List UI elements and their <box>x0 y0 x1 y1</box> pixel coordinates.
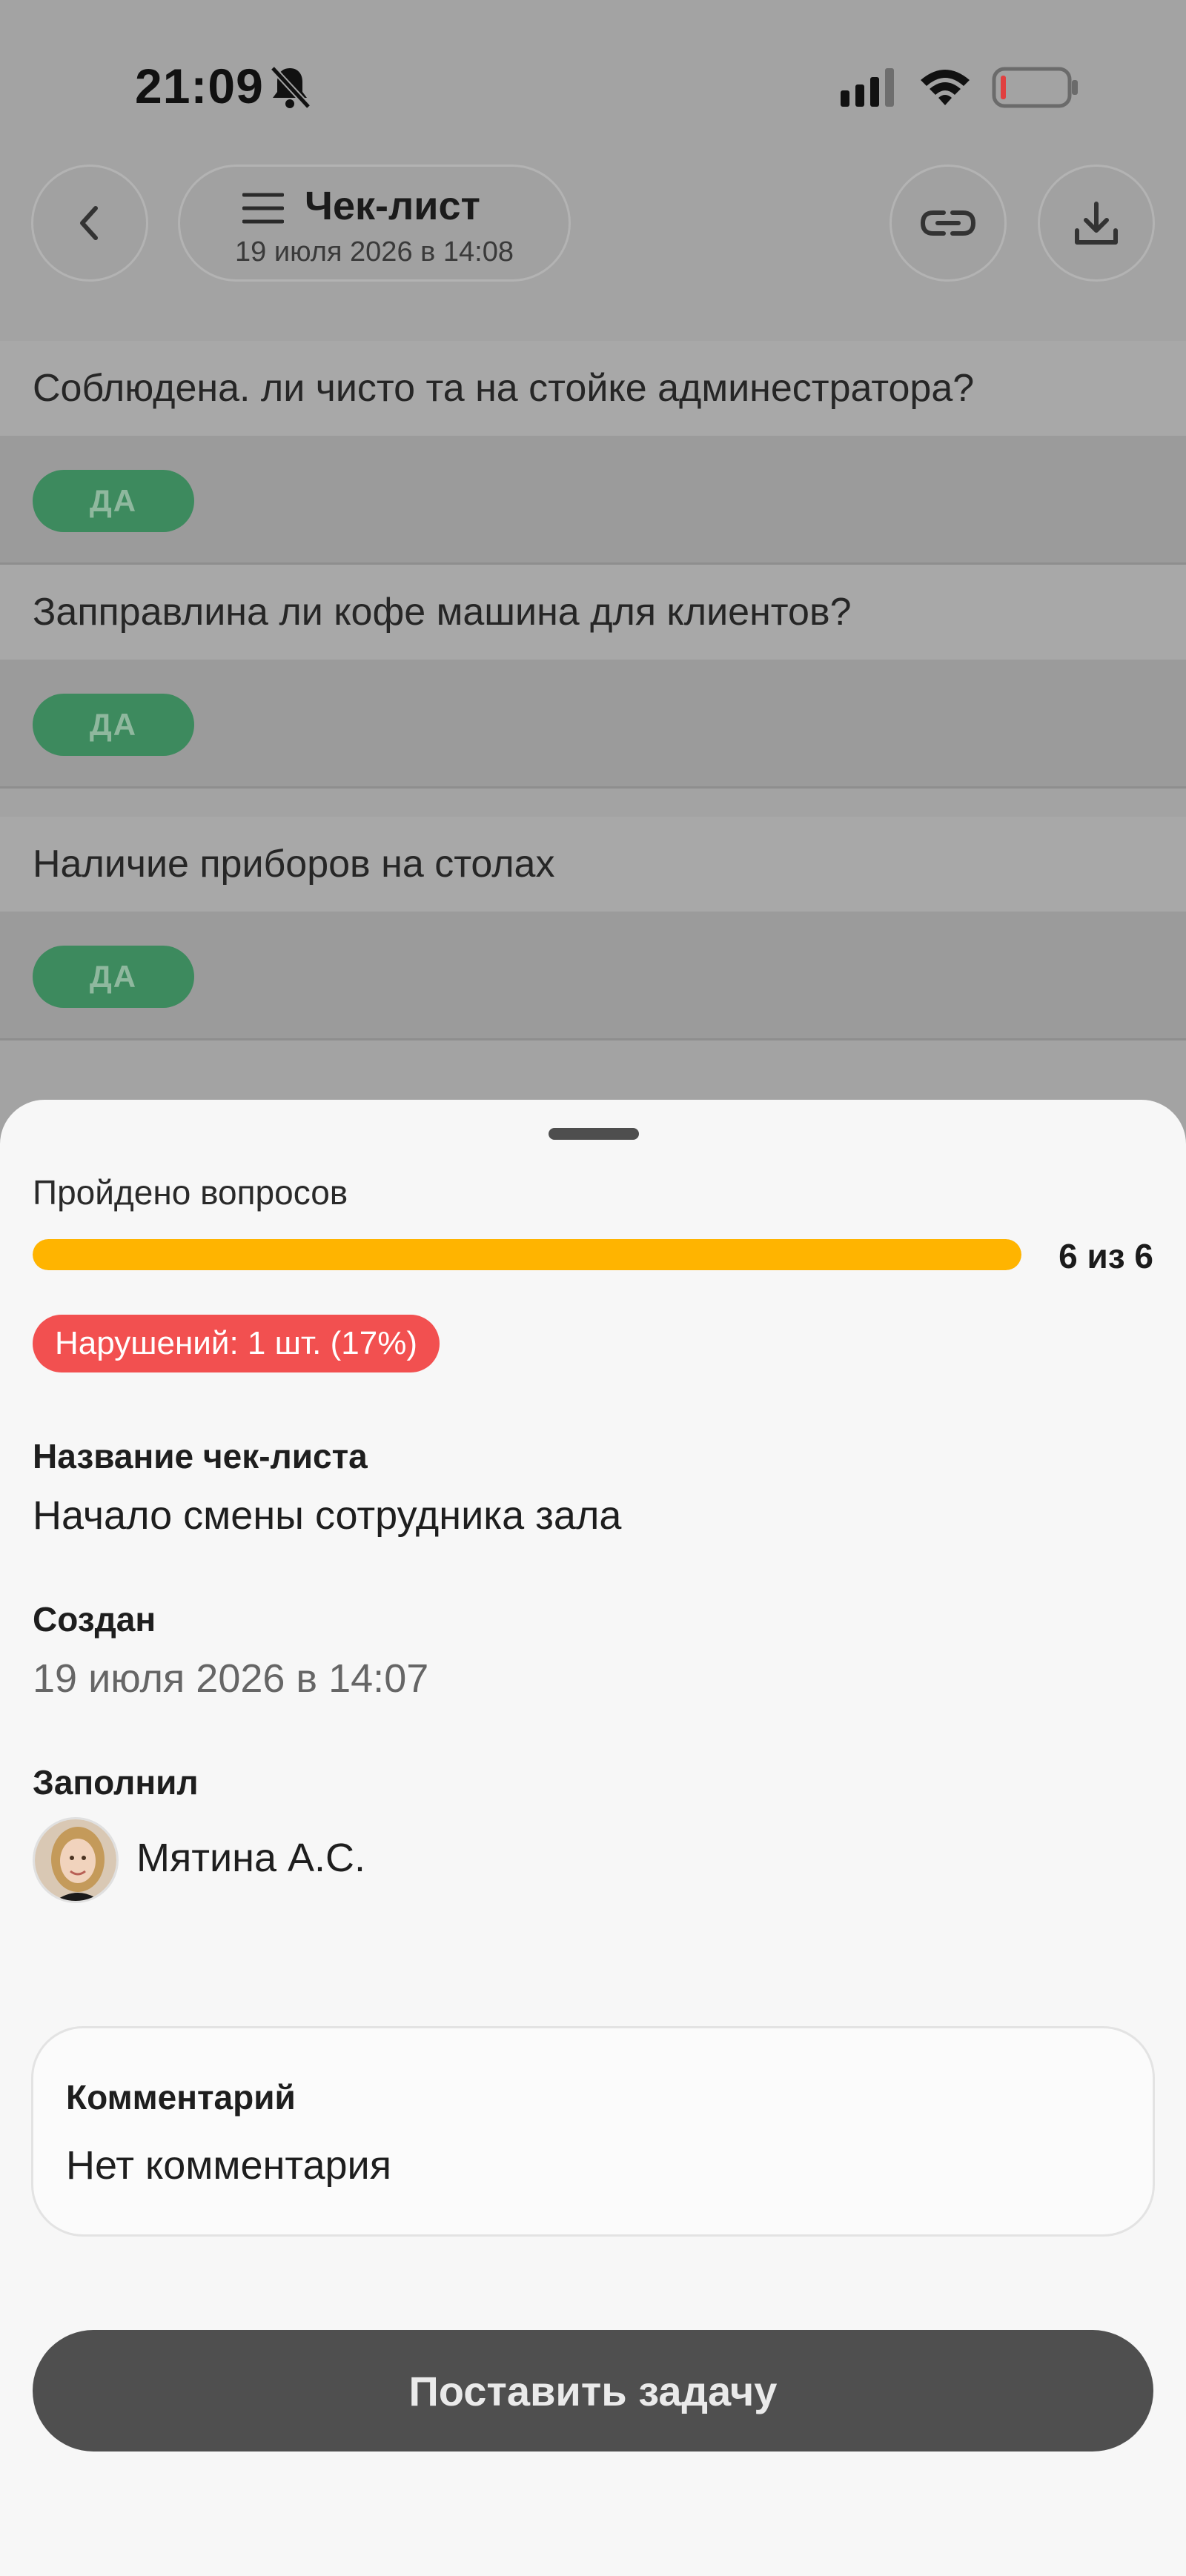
comment-value: Нет комментария <box>66 2143 391 2188</box>
answer-row: ДА <box>0 436 1186 565</box>
checklist-name-label: Название чек-листа <box>33 1437 368 1475</box>
answer-badge: ДА <box>33 946 194 1008</box>
question-row[interactable]: Соблюдена. ли чисто та на стойке админес… <box>0 341 1186 436</box>
page-title: Чек-лист <box>305 184 480 228</box>
question-text: Наличие приборов на столах <box>33 843 555 886</box>
back-button[interactable] <box>31 165 148 282</box>
battery-low-icon <box>992 67 1078 108</box>
answer-badge: ДА <box>33 694 194 756</box>
page-subtitle: 19 июля 2026 в 14:08 <box>235 236 514 268</box>
created-value: 19 июля 2026 в 14:07 <box>33 1656 429 1701</box>
progress-fill <box>33 1239 1021 1270</box>
created-label: Создан <box>33 1600 156 1639</box>
progress-count: 6 из 6 <box>1059 1237 1153 1275</box>
download-icon <box>1075 202 1118 245</box>
checklist-name-value: Начало смены сотрудника зала <box>33 1493 622 1538</box>
menu-icon <box>242 193 284 224</box>
answer-row: ДА <box>0 912 1186 1040</box>
status-time: 21:09 <box>135 59 264 113</box>
answer-badge: ДА <box>33 470 194 532</box>
progress-label: Пройдено вопросов <box>33 1173 348 1212</box>
back-arrow-icon <box>80 206 98 240</box>
link-icon <box>920 210 976 236</box>
set-task-button[interactable]: Поставить задачу <box>33 2330 1153 2451</box>
answer-row: ДА <box>0 660 1186 789</box>
comment-label: Комментарий <box>66 2078 296 2117</box>
violations-badge: Нарушений: 1 шт. (17%) <box>33 1315 440 1372</box>
comment-card: Комментарий Нет комментария <box>31 2026 1155 2237</box>
signal-icon <box>841 68 894 107</box>
bottom-sheet: Пройдено вопросов 6 из 6 Нарушений: 1 шт… <box>0 1100 1186 2576</box>
title-pill[interactable]: Чек-лист 19 июля 2026 в 14:08 <box>178 165 571 282</box>
question-text: Запправлина ли кофе машина для клиентов? <box>33 591 852 634</box>
download-button[interactable] <box>1038 165 1155 282</box>
link-button[interactable] <box>890 165 1007 282</box>
question-row[interactable]: Наличие приборов на столах <box>0 817 1186 912</box>
bell-off-icon <box>270 65 311 110</box>
filled-by-label: Заполнил <box>33 1763 199 1802</box>
question-text: Соблюдена. ли чисто та на стойке админес… <box>33 367 975 410</box>
question-row[interactable]: Запправлина ли кофе машина для клиентов? <box>0 565 1186 660</box>
sheet-handle[interactable] <box>549 1128 639 1140</box>
status-bar: 21:09 <box>0 0 1186 148</box>
wifi-icon <box>921 70 970 105</box>
filled-by-name: Мятина А.С. <box>136 1836 365 1880</box>
avatar[interactable] <box>33 1817 119 1903</box>
progress-bar <box>33 1239 1021 1270</box>
